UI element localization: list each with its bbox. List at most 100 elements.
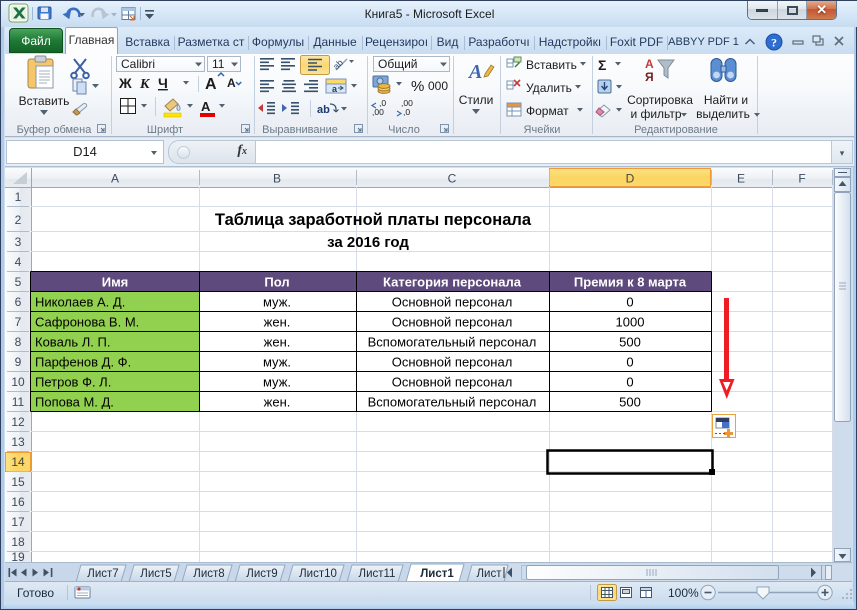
svg-text:Ч: Ч [158,75,168,91]
svg-text:Лист8: Лист8 [193,568,224,580]
svg-text:Лист5: Лист5 [140,568,171,580]
svg-text:16: 16 [11,495,25,509]
svg-text:Найти и: Найти и [704,93,748,107]
svg-text:6: 6 [15,295,22,309]
svg-text:000: 000 [428,79,448,93]
svg-text:11: 11 [12,395,25,409]
svg-text:10: 10 [11,375,25,389]
svg-text:жен.: жен. [264,315,291,330]
svg-text:Вспомогательный персонал: Вспомогательный персонал [368,395,537,410]
svg-text:18: 18 [11,535,25,549]
svg-text:Основной персонал: Основной персонал [392,355,513,370]
svg-text:муж.: муж. [263,355,291,370]
svg-text:муж.: муж. [263,375,291,390]
svg-text:19: 19 [11,550,25,562]
svg-text:Имя: Имя [102,275,129,290]
svg-text:Лист7: Лист7 [87,568,118,580]
svg-text:Стили: Стили [459,93,494,107]
svg-text:Лист10: Лист10 [299,568,337,580]
svg-text:5: 5 [15,275,22,289]
svg-text:Вставить: Вставить [19,94,70,108]
svg-text:500: 500 [619,395,641,410]
svg-text:Удалить: Удалить [526,81,572,95]
svg-text:Общий: Общий [378,57,418,71]
svg-text:F: F [798,172,805,186]
svg-text:Основной персонал: Основной персонал [392,375,513,390]
svg-text:Сортировка: Сортировка [627,93,693,107]
svg-text:А: А [467,61,482,83]
svg-text:14: 14 [11,455,25,469]
svg-text:Лист: Лист [477,568,503,580]
svg-text:Лист1: Лист1 [420,568,454,580]
svg-text:0: 0 [626,295,633,310]
svg-text:E: E [737,172,745,186]
svg-text:ab: ab [331,58,345,72]
svg-text:13: 13 [11,435,25,449]
svg-text:Пол: Пол [264,275,289,290]
svg-text:17: 17 [11,515,25,529]
svg-text:,00: ,00 [372,107,384,117]
svg-text:12: 12 [11,415,25,429]
svg-text:Число: Число [388,124,420,136]
svg-text:Редактирование: Редактирование [634,124,718,136]
svg-text:9: 9 [15,355,22,369]
svg-text:и фильтр: и фильтр [630,107,681,121]
svg-text:D: D [626,172,635,186]
svg-text:Парфенов Д. Ф.: Парфенов Д. Ф. [35,355,131,370]
svg-text:Лист9: Лист9 [246,568,277,580]
svg-text:К: К [139,77,151,92]
svg-text:жен.: жен. [264,335,291,350]
svg-text:8: 8 [15,335,22,349]
svg-text:ab: ab [317,104,330,116]
svg-text:?: ? [771,36,777,50]
svg-text:0: 0 [626,375,633,390]
svg-text:Категория персонала: Категория персонала [383,275,522,290]
svg-text:4: 4 [15,255,22,269]
svg-text:1: 1 [15,190,22,204]
svg-text:Николаев А. Д.: Николаев А. Д. [35,295,125,310]
svg-text:А: А [645,57,654,71]
svg-text:Шрифт: Шрифт [147,124,183,136]
svg-text:Формат: Формат [526,104,569,118]
svg-text:0: 0 [626,355,633,370]
svg-text:11: 11 [212,57,225,71]
svg-text:Основной персонал: Основной персонал [392,295,513,310]
svg-text:%: % [411,78,424,95]
svg-text:за 2016 год: за 2016 год [327,234,409,251]
svg-text:1000: 1000 [616,315,645,330]
svg-text:15: 15 [11,475,25,489]
svg-text:100%: 100% [668,586,699,600]
svg-text:Вспомогательный персонал: Вспомогательный персонал [368,335,537,350]
svg-text:3: 3 [15,235,22,249]
svg-text:Σ: Σ [598,57,606,73]
svg-text:А: А [227,76,236,90]
svg-text:Коваль Л. П.: Коваль Л. П. [35,335,110,350]
svg-text:Петров Ф. Л.: Петров Ф. Л. [35,375,111,390]
svg-text:Попова М. Д.: Попова М. Д. [35,395,114,410]
svg-text:Основной персонал: Основной персонал [392,315,513,330]
svg-text:Calibri: Calibri [121,57,155,71]
svg-text:Буфер обмена: Буфер обмена [17,124,93,136]
svg-text:C: C [448,172,457,186]
svg-text:Сафронова В. М.: Сафронова В. М. [35,315,139,330]
svg-text:500: 500 [619,335,641,350]
svg-text:Премия к 8 марта: Премия к 8 марта [574,275,687,290]
svg-text:выделить: выделить [696,107,750,121]
svg-text:,0: ,0 [403,107,410,117]
svg-text:А: А [205,76,217,93]
svg-text:2: 2 [15,213,22,227]
svg-text:А: А [201,99,211,114]
svg-text:Вставить: Вставить [526,58,577,72]
svg-text:муж.: муж. [263,295,291,310]
svg-text:Готово: Готово [17,586,54,600]
svg-text:Ячейки: Ячейки [524,124,561,136]
svg-text:Я: Я [645,70,654,84]
svg-text:жен.: жен. [264,395,291,410]
svg-text:Лист11: Лист11 [359,568,396,580]
svg-text:A: A [111,172,119,186]
svg-text:Ж: Ж [118,75,132,91]
svg-text:B: B [273,172,281,186]
svg-text:Выравнивание: Выравнивание [262,124,338,136]
svg-text:Таблица заработной платы персо: Таблица заработной платы персонала [215,211,532,229]
svg-text:7: 7 [15,315,22,329]
